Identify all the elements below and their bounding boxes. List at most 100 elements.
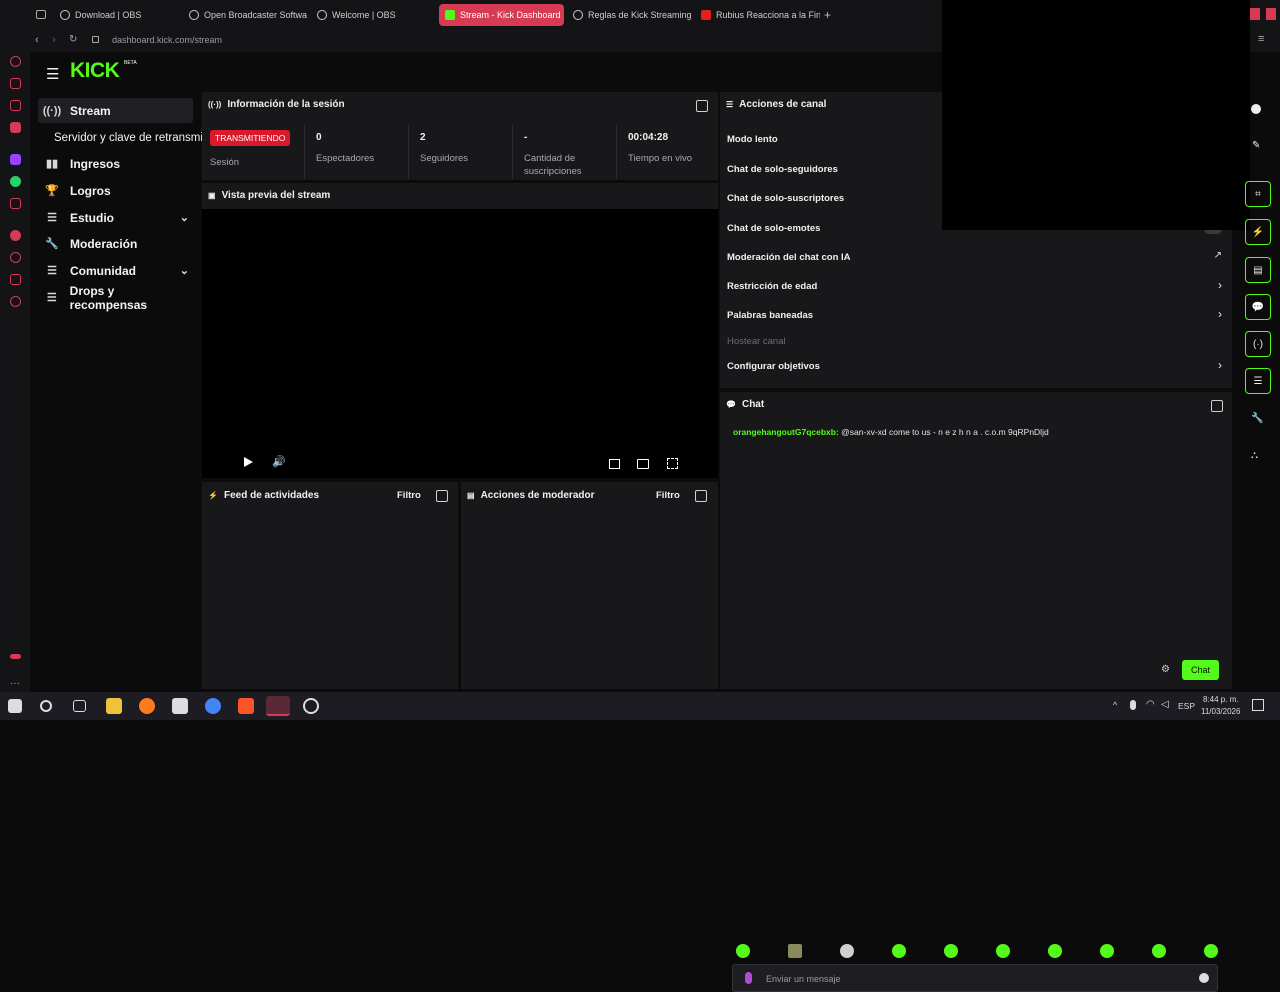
volume-icon[interactable]: 🔊 bbox=[272, 455, 286, 468]
firefox-icon[interactable] bbox=[139, 698, 155, 714]
emote-icon[interactable] bbox=[944, 944, 958, 958]
tool-button-broadcast[interactable]: (·) bbox=[1245, 331, 1271, 357]
history-icon[interactable] bbox=[10, 252, 21, 263]
chat-settings-icon[interactable]: ⚙ bbox=[1161, 664, 1170, 675]
sidebar-item-server-key[interactable]: Servidor y clave de retransmi bbox=[54, 125, 204, 150]
sidebar-item-ingresos[interactable]: ▮▮ Ingresos bbox=[38, 151, 193, 176]
volume-tray-icon[interactable]: ◁ bbox=[1161, 699, 1169, 710]
filter-button[interactable]: Filtro bbox=[397, 490, 421, 501]
fullscreen-icon[interactable] bbox=[667, 458, 678, 469]
mic-icon[interactable] bbox=[745, 972, 752, 984]
tab-download-obs[interactable]: Download | OBS bbox=[54, 4, 182, 26]
action-age-restriction[interactable]: Restricción de edad bbox=[727, 281, 817, 292]
action-slow-mode[interactable]: Modo lento bbox=[727, 134, 778, 145]
popout-icon[interactable] bbox=[436, 490, 448, 502]
forward-icon[interactable]: › bbox=[52, 34, 56, 46]
wrench-icon[interactable]: 🔧 bbox=[1251, 413, 1263, 424]
sidebar-item-stream[interactable]: ((·)) Stream bbox=[38, 98, 193, 123]
users-icon[interactable]: ⛬ bbox=[1251, 450, 1258, 461]
windows-start-icon[interactable] bbox=[8, 699, 22, 713]
mail-icon[interactable] bbox=[10, 122, 21, 133]
action-configure-goals[interactable]: Configurar objetivos bbox=[727, 361, 820, 372]
minimize-button[interactable] bbox=[1250, 8, 1260, 20]
brave-icon[interactable] bbox=[238, 698, 254, 714]
music-icon[interactable] bbox=[10, 230, 21, 241]
emote-icon[interactable] bbox=[788, 944, 802, 958]
new-tab-button[interactable]: + bbox=[824, 8, 831, 22]
mic-tray-icon[interactable] bbox=[1130, 700, 1136, 710]
chrome-icon[interactable] bbox=[205, 698, 221, 714]
pin-icon[interactable] bbox=[10, 274, 21, 285]
instagram-icon[interactable] bbox=[10, 198, 21, 209]
action-ai-moderation[interactable]: Moderación del chat con IA bbox=[727, 252, 851, 263]
tab-open-broadcaster[interactable]: Open Broadcaster Softwa bbox=[183, 4, 308, 26]
emote-icon[interactable] bbox=[1100, 944, 1114, 958]
play-icon[interactable] bbox=[244, 457, 253, 467]
filter-button[interactable]: Filtro bbox=[656, 490, 680, 501]
tool-button-doc[interactable]: ▤ bbox=[1245, 257, 1271, 283]
emote-icon[interactable] bbox=[840, 944, 854, 958]
emote-icon[interactable] bbox=[736, 944, 750, 958]
search-icon[interactable] bbox=[40, 700, 52, 712]
action-subscribers-only[interactable]: Chat de solo-suscriptores bbox=[727, 193, 844, 204]
emote-icon[interactable] bbox=[996, 944, 1010, 958]
messages-icon[interactable] bbox=[10, 100, 21, 111]
tab-rubius[interactable]: Rubius Reacciona a la Fin bbox=[695, 4, 820, 26]
file-explorer-icon[interactable] bbox=[106, 698, 122, 714]
language-indicator[interactable]: ESP bbox=[1178, 701, 1195, 711]
more-icon[interactable]: ··· bbox=[10, 678, 20, 689]
opera-gx-icon[interactable] bbox=[266, 696, 290, 716]
tool-button-list[interactable]: ☰ bbox=[1245, 368, 1271, 394]
settings-icon[interactable] bbox=[10, 296, 21, 307]
action-followers-only[interactable]: Chat de solo-seguidores bbox=[727, 164, 838, 175]
popout-icon[interactable] bbox=[696, 100, 708, 112]
twitch-icon[interactable] bbox=[10, 154, 21, 165]
clock-time[interactable]: 8:44 p. m. bbox=[1203, 695, 1239, 704]
shopping-icon[interactable] bbox=[10, 78, 21, 89]
action-emotes-only[interactable]: Chat de solo-emotes bbox=[727, 223, 820, 234]
chevron-right-icon[interactable]: › bbox=[1218, 307, 1222, 321]
chat-send-button[interactable]: Chat bbox=[1182, 660, 1219, 680]
obs-icon[interactable] bbox=[303, 698, 319, 714]
close-window-button[interactable] bbox=[1266, 8, 1276, 20]
emote-icon[interactable] bbox=[1152, 944, 1166, 958]
emote-icon[interactable] bbox=[1048, 944, 1062, 958]
theater-icon[interactable] bbox=[637, 459, 649, 469]
miniplayer-icon[interactable] bbox=[609, 459, 620, 469]
sidebar-item-moderacion[interactable]: 🔧 Moderación bbox=[38, 231, 193, 256]
sidebar-item-drops[interactable]: ☰ Drops y recompensas bbox=[38, 284, 193, 312]
clock-date[interactable]: 11/03/2026 bbox=[1201, 707, 1240, 716]
tool-button-bolt[interactable]: ⚡ bbox=[1245, 219, 1271, 245]
edit-icon[interactable]: ✎ bbox=[1252, 140, 1260, 151]
notifications-icon[interactable] bbox=[1252, 699, 1264, 711]
chevron-right-icon[interactable]: › bbox=[1218, 358, 1222, 372]
action-banned-words[interactable]: Palabras baneadas bbox=[727, 310, 813, 321]
emote-icon[interactable] bbox=[892, 944, 906, 958]
sidebar-item-estudio[interactable]: ☰ Estudio ⌄ bbox=[38, 205, 193, 230]
emoji-icon[interactable] bbox=[1199, 973, 1209, 983]
tray-chevron-icon[interactable]: ^ bbox=[1113, 700, 1117, 710]
reload-icon[interactable]: ↻ bbox=[69, 34, 77, 45]
url-field[interactable]: dashboard.kick.com/stream bbox=[112, 35, 222, 45]
tab-overview-icon[interactable] bbox=[36, 10, 46, 19]
chevron-right-icon[interactable]: › bbox=[1218, 278, 1222, 292]
back-icon[interactable]: ‹ bbox=[35, 34, 39, 46]
tool-button-scene[interactable]: ⌗ bbox=[1245, 181, 1271, 207]
popout-icon[interactable] bbox=[1211, 400, 1223, 412]
whatsapp-icon[interactable] bbox=[10, 176, 21, 187]
sidebar-item-logros[interactable]: 🏆 Logros bbox=[38, 178, 193, 203]
sidebar-item-comunidad[interactable]: ☰ Comunidad ⌄ bbox=[38, 258, 193, 283]
menu-icon[interactable]: ≡ bbox=[1258, 33, 1264, 45]
store-icon[interactable] bbox=[172, 698, 188, 714]
popout-icon[interactable] bbox=[695, 490, 707, 502]
tab-kick-dashboard[interactable]: Stream - Kick Dashboard bbox=[439, 4, 564, 26]
network-icon[interactable]: ◠ bbox=[1146, 699, 1155, 710]
chat-input[interactable]: Enviar un mensaje bbox=[732, 964, 1218, 992]
aria-icon[interactable] bbox=[10, 56, 21, 67]
tool-button-chat[interactable]: 💬 bbox=[1245, 294, 1271, 320]
tab-reglas-kick[interactable]: Reglas de Kick Streaming bbox=[567, 4, 692, 26]
external-link-icon[interactable]: ↗ bbox=[1214, 250, 1222, 261]
task-view-icon[interactable] bbox=[73, 700, 86, 712]
emote-icon[interactable] bbox=[1204, 944, 1218, 958]
tab-welcome-obs[interactable]: Welcome | OBS bbox=[311, 4, 436, 26]
